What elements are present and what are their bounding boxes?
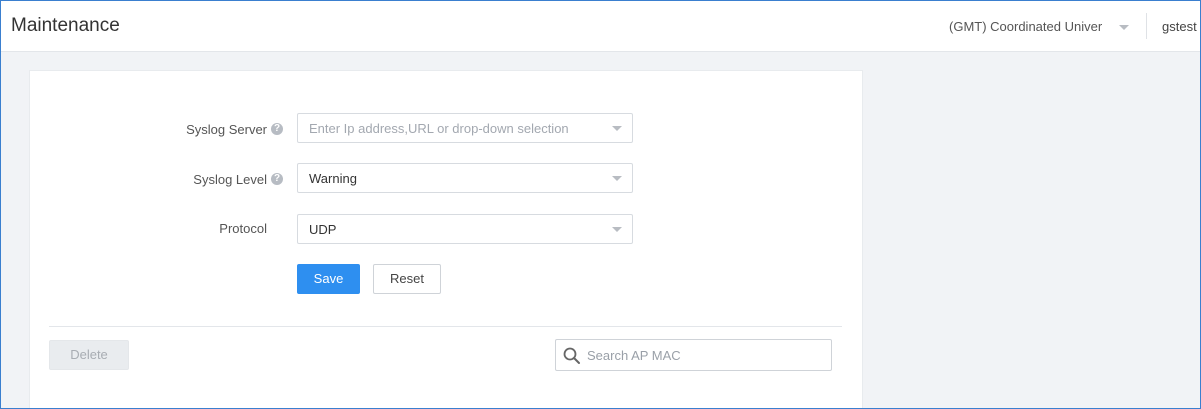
chevron-down-icon[interactable] bbox=[612, 227, 622, 232]
page-header: Maintenance (GMT) Coordinated Univer gst… bbox=[1, 1, 1200, 52]
help-icon[interactable]: ? bbox=[271, 173, 283, 185]
help-icon[interactable]: ? bbox=[271, 123, 283, 135]
chevron-down-icon[interactable] bbox=[612, 176, 622, 181]
syslog-server-label: Syslog Server bbox=[186, 122, 267, 137]
chevron-down-icon[interactable] bbox=[612, 126, 622, 131]
syslog-level-value: Warning bbox=[309, 171, 357, 186]
protocol-label: Protocol bbox=[219, 221, 267, 236]
search-icon bbox=[563, 347, 580, 364]
timezone-select-label[interactable]: (GMT) Coordinated Univer bbox=[949, 19, 1117, 34]
protocol-value: UDP bbox=[309, 222, 337, 237]
user-name[interactable]: gstest bbox=[1162, 19, 1197, 34]
chevron-down-icon[interactable] bbox=[1119, 25, 1129, 30]
section-divider bbox=[49, 326, 842, 327]
search-ap-mac-input[interactable]: Search AP MAC bbox=[555, 339, 832, 371]
syslog-server-input[interactable]: Enter Ip address,URL or drop-down select… bbox=[297, 113, 633, 143]
page-title: Maintenance bbox=[11, 15, 120, 36]
syslog-server-placeholder: Enter Ip address,URL or drop-down select… bbox=[309, 121, 569, 136]
search-placeholder: Search AP MAC bbox=[587, 348, 681, 363]
syslog-level-label: Syslog Level bbox=[193, 172, 267, 187]
app-frame: Maintenance (GMT) Coordinated Univer gst… bbox=[0, 0, 1201, 409]
delete-button[interactable]: Delete bbox=[49, 340, 129, 370]
header-divider bbox=[1146, 13, 1147, 39]
reset-button[interactable]: Reset bbox=[373, 264, 441, 294]
save-button[interactable]: Save bbox=[297, 264, 360, 294]
syslog-level-select[interactable]: Warning bbox=[297, 163, 633, 193]
protocol-select[interactable]: UDP bbox=[297, 214, 633, 244]
syslog-settings-panel: Syslog Server ? Enter Ip address,URL or … bbox=[29, 70, 863, 408]
